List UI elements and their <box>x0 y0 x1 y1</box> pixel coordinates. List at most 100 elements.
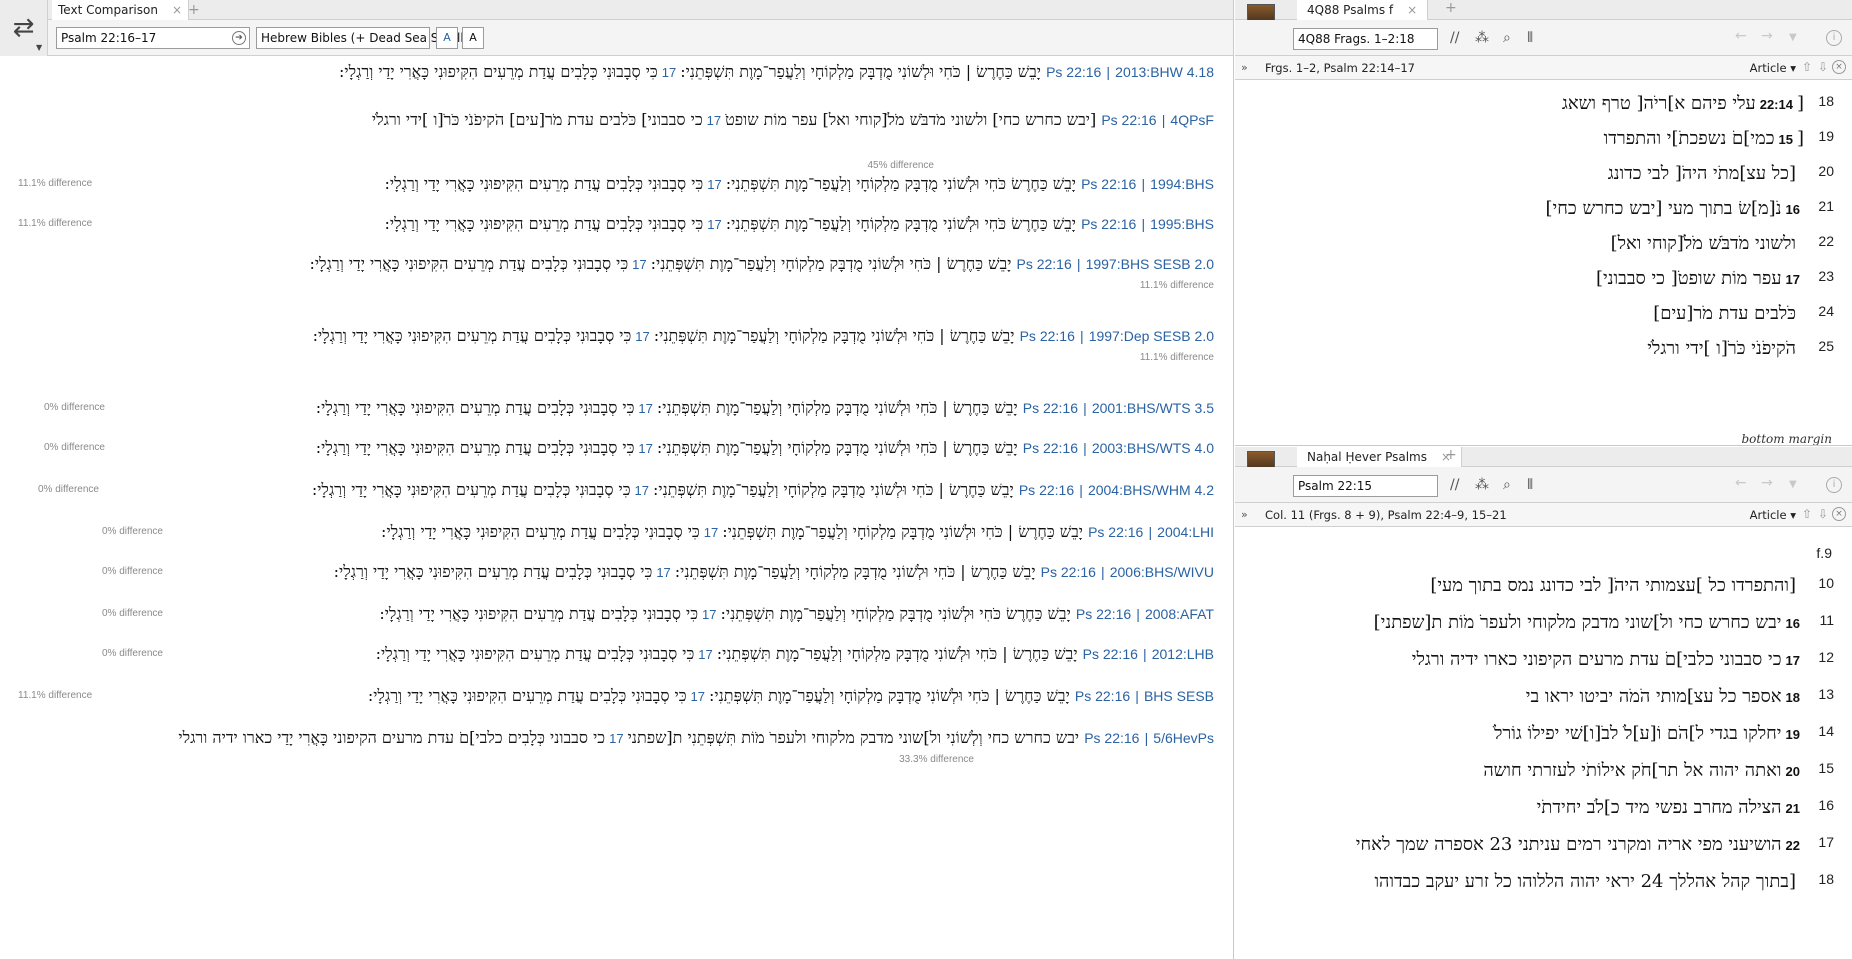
line-text-container: [22:14עלי פיהם א]ריֹה[ טרף ושאג <box>1562 93 1804 114</box>
tab-nahal-hever-psalms[interactable]: Naḥal Ḥever Psalms × <box>1297 447 1463 467</box>
difference-label: 33.3% difference <box>899 754 974 765</box>
line-number: 22 <box>1818 233 1834 249</box>
verse-ref[interactable]: Ps 22:16 <box>1019 482 1074 498</box>
verse-text: יָבֵשׁ כַּחֶרֶשׂ כֹּחִי וּלְשׁוֹנִי מֻדְ… <box>725 214 1076 233</box>
expand-icon[interactable]: » <box>1241 61 1248 74</box>
verse-ref[interactable]: Ps 22:16 <box>1023 400 1078 416</box>
verse-text: יָבֵשׁ כַּחֶרֶשׂ | כֹּחִי וּלְשׁוֹנִי מֻ… <box>656 438 1018 457</box>
verse-ref[interactable]: Ps 22:16 <box>1016 256 1071 272</box>
verse-number: 17 <box>703 525 719 540</box>
article-dropdown[interactable]: Article ▾ <box>1750 508 1796 522</box>
source-label[interactable]: 1997:BHS SESB 2.0 <box>1086 256 1214 272</box>
source-label[interactable]: 5/6HevPs <box>1153 730 1214 746</box>
source-label[interactable]: 2008:AFAT <box>1145 606 1214 622</box>
source-label[interactable]: 2013:BHW 4.18 <box>1115 64 1214 80</box>
verse-text: כִּי סְבָבוּנִי כְּלָבִים עֲדַת מְרֵעִים… <box>333 562 653 581</box>
source-label[interactable]: 2012:LHB <box>1152 646 1214 662</box>
arrow-down-icon[interactable]: ⇩ <box>1818 507 1828 521</box>
verse-number: 16 <box>1785 202 1800 217</box>
go-arrow-icon[interactable]: ➔ <box>232 31 246 45</box>
arrow-up-icon[interactable]: ⇧ <box>1802 60 1812 74</box>
chevron-down-icon[interactable]: ▼ <box>1789 32 1797 43</box>
verse-number: 17 <box>609 731 624 746</box>
back-arrow-icon[interactable]: ← <box>1735 28 1747 44</box>
source-label[interactable]: 1995:BHS <box>1150 216 1214 232</box>
source-label[interactable]: 2006:BHS/WIVU <box>1110 564 1214 580</box>
close-icon[interactable]: × <box>1407 3 1417 17</box>
difference-label: 0% difference <box>102 648 163 659</box>
line-text-container: 19יחלקו בגדי ל]הֹם וֹ[ע]לֹ לבֹ[ו]שׁי יפי… <box>1494 723 1804 744</box>
visual-filter-icon[interactable]: ⁂ <box>1475 477 1489 493</box>
verse-text: יָבֵשׁ כַּחֶרֶשׂ | כֹּחִי וּלְשׁוֹנִי מֻ… <box>652 480 1014 499</box>
difference-label: 0% difference <box>38 484 99 495</box>
panel-menu-button[interactable]: ⇄ ▼ <box>0 0 48 56</box>
verse-ref-separator: | <box>1148 524 1153 540</box>
line-text-container: 22הושיעני מפי אריה ומקרני רמים עניתני 23… <box>1356 834 1804 855</box>
difference-label: 11.1% difference <box>18 690 93 701</box>
verse-text: כִּי סְבָבוּנִי כְּלָבִים עֲדַת מְרֵעִים… <box>315 438 635 457</box>
close-icon[interactable]: × <box>1832 507 1846 521</box>
add-tab-button[interactable]: + <box>1445 447 1457 463</box>
source-label[interactable]: 4QPsF <box>1170 112 1214 128</box>
manuscript-line: 24 כֹּלבים עדת מֹר[עים] <box>1653 303 1834 324</box>
source-label[interactable]: BHS SESB <box>1144 688 1214 704</box>
line-text-container: כֹּלבים עדת מֹר[עים] <box>1653 303 1804 324</box>
info-icon[interactable]: i <box>1826 30 1842 46</box>
forward-arrow-icon[interactable]: → <box>1761 475 1773 491</box>
search-icon[interactable]: ⌕ <box>1503 477 1511 493</box>
verse-number: 17 <box>702 607 717 622</box>
comparison-row: 2006:BHS/WIVU | Ps 22:16 יָבֵשׁ כַּחֶרֶש… <box>334 562 1214 582</box>
article-label: Article <box>1749 61 1787 75</box>
location-label: Col. 11 (Frgs. 8 + 9), Psalm 22:4–9, 15–… <box>1265 508 1507 522</box>
arrow-up-icon[interactable]: ⇧ <box>1802 507 1812 521</box>
add-tab-button[interactable]: + <box>188 0 200 20</box>
reference-input[interactable]: Psalm 22:16–17 ➔ <box>56 27 250 49</box>
verse-ref[interactable]: Ps 22:16 <box>1041 564 1096 580</box>
arrow-down-icon[interactable]: ⇩ <box>1818 60 1828 74</box>
source-label[interactable]: 2004:LHI <box>1157 524 1214 540</box>
forward-arrow-icon[interactable]: → <box>1761 28 1773 44</box>
article-dropdown[interactable]: Article ▾ <box>1750 61 1796 75</box>
font-size-button[interactable]: A <box>462 27 484 49</box>
line-text-container: [והתפרדו כל ]עצמותי היהֹ[ לבי כדונג נמס … <box>1430 575 1804 596</box>
info-icon[interactable]: i <box>1826 477 1842 493</box>
verse-ref[interactable]: Ps 22:16 <box>1088 524 1143 540</box>
verse-ref[interactable]: Ps 22:16 <box>1081 176 1136 192</box>
verse-ref[interactable]: Ps 22:16 <box>1020 328 1075 344</box>
line-text-container: [כל עצ]מתֹי היהֹ[ לבי כדונג <box>1608 163 1804 184</box>
source-label[interactable]: 2001:BHS/WTS 3.5 <box>1092 400 1214 416</box>
search-icon[interactable]: ⌕ <box>1503 30 1511 46</box>
parallel-icon[interactable]: // <box>1450 477 1459 493</box>
tab-text-comparison[interactable]: Text Comparison × <box>52 0 189 20</box>
verse-ref-separator: | <box>1083 400 1087 416</box>
source-label[interactable]: 1994:BHS <box>1150 176 1214 192</box>
reference-input[interactable]: Psalm 22:15 <box>1293 475 1438 497</box>
verse-ref[interactable]: Ps 22:16 <box>1083 646 1138 662</box>
add-tab-button[interactable]: + <box>1445 0 1457 16</box>
close-icon[interactable]: × <box>1832 60 1846 74</box>
verse-ref[interactable]: Ps 22:16 <box>1076 606 1131 622</box>
source-label[interactable]: 2003:BHS/WTS 4.0 <box>1092 440 1214 456</box>
verse-ref[interactable]: Ps 22:16 <box>1081 216 1136 232</box>
chevron-down-icon[interactable]: ▼ <box>1789 479 1797 490</box>
font-toggle-button[interactable]: A <box>436 27 458 49</box>
line-number: 12 <box>1818 649 1834 665</box>
back-arrow-icon[interactable]: ← <box>1735 475 1747 491</box>
reference-input[interactable]: 4Q88 Frags. 1–2:18 <box>1293 28 1438 50</box>
bracket: [ <box>1796 93 1804 114</box>
tab-4q88-psalms[interactable]: 4Q88 Psalms f × <box>1297 0 1429 20</box>
columns-icon[interactable]: ⦀ <box>1527 477 1533 493</box>
verse-ref[interactable]: Ps 22:16 <box>1046 64 1101 80</box>
source-label[interactable]: 2004:BHS/WHM 4.2 <box>1088 482 1214 498</box>
verse-ref[interactable]: Ps 22:16 <box>1075 688 1130 704</box>
verse-ref[interactable]: Ps 22:16 <box>1023 440 1078 456</box>
columns-icon[interactable]: ⦀ <box>1527 30 1533 46</box>
verse-ref[interactable]: Ps 22:16 <box>1084 730 1139 746</box>
visual-filter-icon[interactable]: ⁂ <box>1475 30 1489 46</box>
parallel-icon[interactable]: // <box>1450 30 1459 46</box>
source-label[interactable]: 1997:Dep SESB 2.0 <box>1089 328 1214 344</box>
expand-icon[interactable]: » <box>1241 508 1248 521</box>
close-icon[interactable]: × <box>172 3 182 17</box>
collection-select[interactable]: Hebrew Bibles (+ Dead Sea Scrolls) <box>256 27 475 49</box>
verse-ref[interactable]: Ps 22:16 <box>1101 112 1156 128</box>
